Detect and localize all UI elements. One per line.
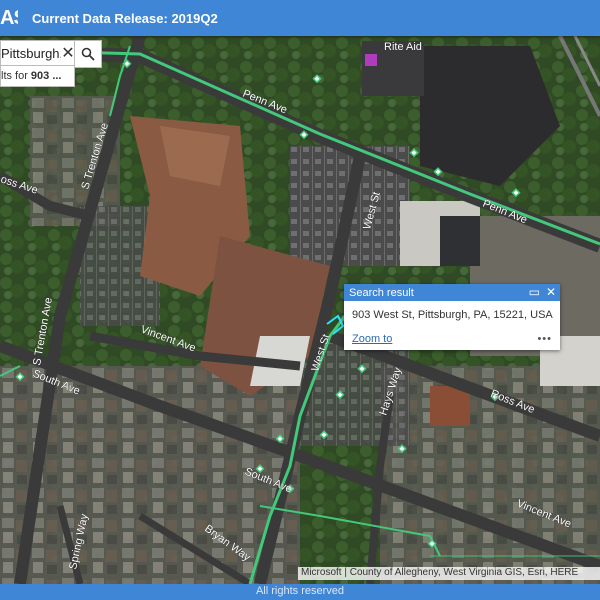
app-logo: AS <box>0 6 18 29</box>
suggestion-prefix: lts for <box>1 70 28 82</box>
search-input[interactable]: Pittsburgh, P <box>1 46 61 61</box>
footer-text: All rights reserved <box>255 585 345 597</box>
search-button[interactable] <box>74 40 102 68</box>
suggestion-term: 903 ... <box>30 70 62 82</box>
zoom-to-link[interactable]: Zoom to <box>352 333 392 345</box>
data-release-label: Current Data Release: 2019Q2 <box>32 10 218 26</box>
popup-title: Search result <box>349 286 414 299</box>
close-icon[interactable]: ✕ <box>61 43 75 63</box>
maximize-icon[interactable]: ▭ <box>529 285 540 299</box>
popup-header: Search result ▭ ✕ <box>344 284 560 301</box>
close-icon[interactable]: ✕ <box>546 285 556 299</box>
search-suggestion[interactable]: lts for 903 ... <box>0 65 75 87</box>
more-actions-button[interactable]: ••• <box>537 333 552 345</box>
top-bar: AS Current Data Release: 2019Q2 <box>0 0 600 36</box>
map-attribution: Microsoft | County of Allegheny, West Vi… <box>298 567 600 580</box>
search-icon <box>81 47 95 61</box>
search-result-popup: Search result ▭ ✕ 903 West St, Pittsburg… <box>344 284 560 350</box>
popup-address: 903 West St, Pittsburgh, PA, 15221, USA <box>352 309 553 321</box>
